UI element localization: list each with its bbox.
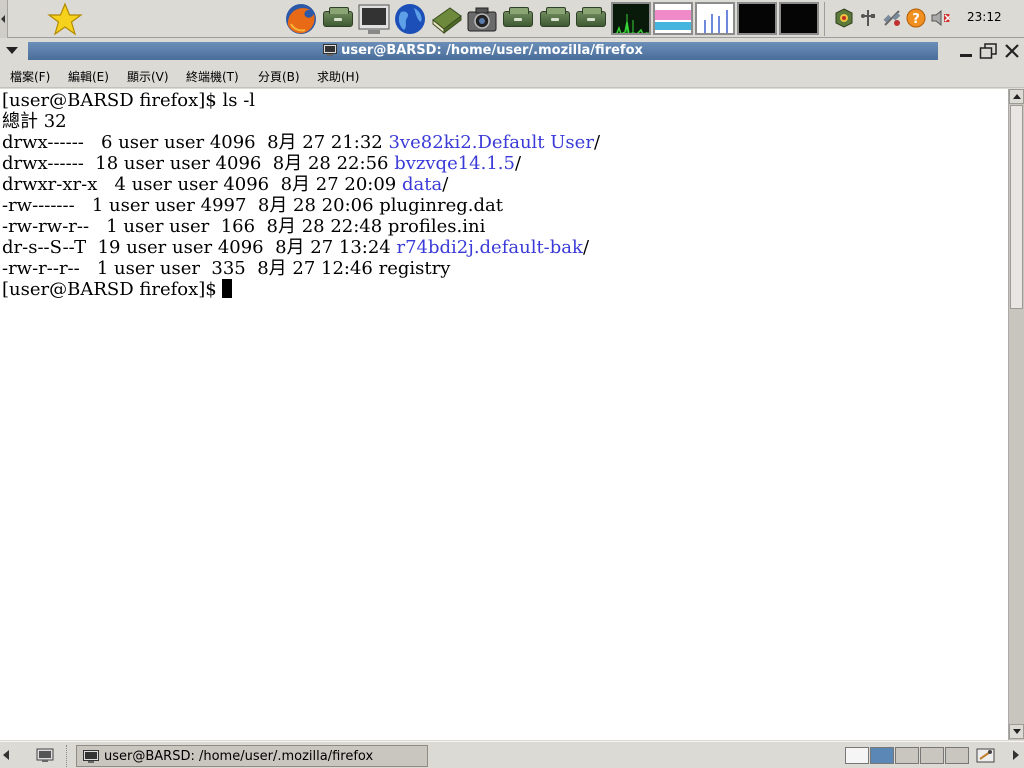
scroll-down-button[interactable]	[1009, 724, 1024, 739]
dir-suffix: /	[514, 153, 522, 174]
panel-hide-button-right[interactable]	[1010, 0, 1024, 38]
drawer-icon[interactable]	[540, 7, 570, 27]
scroll-up-button[interactable]	[1009, 89, 1024, 104]
listing-row: drwxr-xr-x 4 user user 4096 8月 27 20:09 …	[2, 174, 448, 195]
usb-icon[interactable]	[858, 8, 878, 28]
memory-monitor-applet[interactable]	[653, 2, 693, 35]
terminal-line: [user@BARSD firefox]$ ls -l	[2, 90, 255, 111]
drawer-icon[interactable]	[576, 7, 606, 27]
prompt-text: [user@BARSD firefox]$	[2, 279, 223, 300]
close-button[interactable]	[1003, 43, 1021, 59]
terminal-icon	[323, 44, 338, 56]
volume-muted-icon[interactable]	[930, 8, 950, 28]
menu-tabs[interactable]: 分頁(B)	[258, 68, 300, 85]
panel-hide-left-icon[interactable]	[2, 750, 10, 760]
window-list-icon[interactable]	[976, 747, 996, 765]
menu-terminal[interactable]: 終端機(T)	[186, 68, 239, 85]
minimize-button[interactable]	[957, 43, 975, 59]
vertical-scrollbar[interactable]	[1008, 89, 1024, 740]
bottom-panel: user@BARSD: /home/user/.mozilla/firefox	[0, 741, 1024, 768]
file-name: profiles.ini	[387, 216, 486, 237]
load-monitor-applet[interactable]	[779, 2, 819, 35]
directory-name: data	[401, 174, 443, 195]
terminal-monitor-icon[interactable]	[357, 2, 391, 36]
row-meta: -rw------- 1 user user 4997 8月 28 20:06	[2, 195, 380, 216]
books-icon[interactable]	[430, 2, 464, 36]
panel-separator	[824, 2, 825, 36]
workspace-4[interactable]	[920, 747, 944, 764]
listing-row: drwx------ 6 user user 4096 8月 27 21:32 …	[2, 132, 600, 153]
swap-monitor-applet[interactable]	[737, 2, 777, 35]
top-panel: ? 23:12	[0, 0, 1024, 38]
drawer-icon[interactable]	[503, 7, 533, 27]
row-meta: -rw-rw-r-- 1 user user 166 8月 28 22:48	[2, 216, 388, 237]
window-title-bar[interactable]: user@BARSD: /home/user/.mozilla/firefox	[0, 39, 1024, 63]
menu-bar: 檔案(F) 編輯(E) 顯示(V) 終端機(T) 分頁(B) 求助(H)	[0, 64, 1024, 88]
cpu-monitor-applet[interactable]	[611, 2, 651, 35]
window-title: user@BARSD: /home/user/.mozilla/firefox	[28, 43, 938, 58]
satellite-icon[interactable]	[882, 8, 902, 28]
drawer-icon[interactable]	[323, 7, 353, 27]
terminal-output[interactable]: [user@BARSD firefox]$ ls -l 總計 32 drwx--…	[0, 89, 1008, 740]
listing-row: drwx------ 18 user user 4096 8月 28 22:56…	[2, 153, 521, 174]
star-icon[interactable]	[46, 2, 84, 36]
taskbar-window-button[interactable]: user@BARSD: /home/user/.mozilla/firefox	[76, 745, 428, 767]
text-cursor	[222, 279, 233, 298]
menu-file[interactable]: 檔案(F)	[10, 68, 50, 85]
network-monitor-applet[interactable]	[695, 2, 735, 35]
row-meta: -rw-r--r-- 1 user user 335 8月 27 12:46	[2, 258, 379, 279]
workspace-2-active[interactable]	[870, 747, 894, 764]
directory-name: 3ve82ki2.Default User	[388, 132, 594, 153]
dir-suffix: /	[593, 132, 601, 153]
command-text: [user@BARSD firefox]$ ls -l	[2, 90, 256, 111]
menu-edit[interactable]: 編輯(E)	[68, 68, 109, 85]
panel-handle[interactable]	[66, 745, 70, 767]
dir-suffix: /	[582, 237, 590, 258]
panel-hide-right-icon[interactable]	[1012, 750, 1020, 760]
terminal-icon	[83, 750, 99, 763]
workspace-3[interactable]	[895, 747, 919, 764]
help-icon[interactable]: ?	[906, 8, 926, 28]
flower-icon[interactable]	[834, 8, 854, 28]
firefox-icon[interactable]	[283, 2, 319, 36]
window-title-text: user@BARSD: /home/user/.mozilla/firefox	[341, 43, 643, 58]
file-name: pluginreg.dat	[379, 195, 504, 216]
listing-row: -rw------- 1 user user 4997 8月 28 20:06 …	[2, 195, 503, 216]
svg-text:?: ?	[912, 12, 920, 27]
row-meta: dr-s--S--T 19 user user 4096 8月 27 13:24	[2, 237, 397, 258]
show-desktop-icon[interactable]	[36, 748, 54, 763]
menu-view[interactable]: 顯示(V)	[127, 68, 169, 85]
camera-icon[interactable]	[465, 2, 499, 36]
title-gradient: user@BARSD: /home/user/.mozilla/firefox	[28, 42, 938, 60]
directory-name: bvzvqe14.1.5	[394, 153, 515, 174]
workspace-1[interactable]	[845, 747, 869, 764]
maximize-button[interactable]	[979, 43, 997, 59]
dir-suffix: /	[442, 174, 449, 195]
file-name: registry	[378, 258, 451, 279]
directory-name: r74bdi2j.default-bak	[396, 237, 583, 258]
window-menu-icon[interactable]	[6, 47, 18, 55]
listing-row: -rw-r--r-- 1 user user 335 8月 27 12:46 r…	[2, 258, 450, 279]
scroll-thumb[interactable]	[1010, 105, 1023, 309]
row-meta: drwx------ 6 user user 4096 8月 27 21:32	[2, 132, 389, 153]
workspace-5[interactable]	[945, 747, 969, 764]
prompt-line[interactable]: [user@BARSD firefox]$	[2, 279, 233, 300]
row-meta: drwx------ 18 user user 4096 8月 28 22:56	[2, 153, 395, 174]
listing-row: -rw-rw-r-- 1 user user 166 8月 28 22:48 p…	[2, 216, 485, 237]
taskbar-window-label: user@BARSD: /home/user/.mozilla/firefox	[104, 749, 374, 764]
clock[interactable]: 23:12	[967, 10, 1002, 24]
globe-icon[interactable]	[392, 2, 428, 36]
row-meta: drwxr-xr-x 4 user user 4096 8月 27 20:09	[2, 174, 402, 195]
listing-row: dr-s--S--T 19 user user 4096 8月 27 13:24…	[2, 237, 589, 258]
terminal-line: 總計 32	[2, 111, 67, 132]
panel-hide-button[interactable]	[0, 0, 8, 38]
total-text: 總計 32	[2, 111, 67, 132]
menu-help[interactable]: 求助(H)	[317, 68, 359, 85]
